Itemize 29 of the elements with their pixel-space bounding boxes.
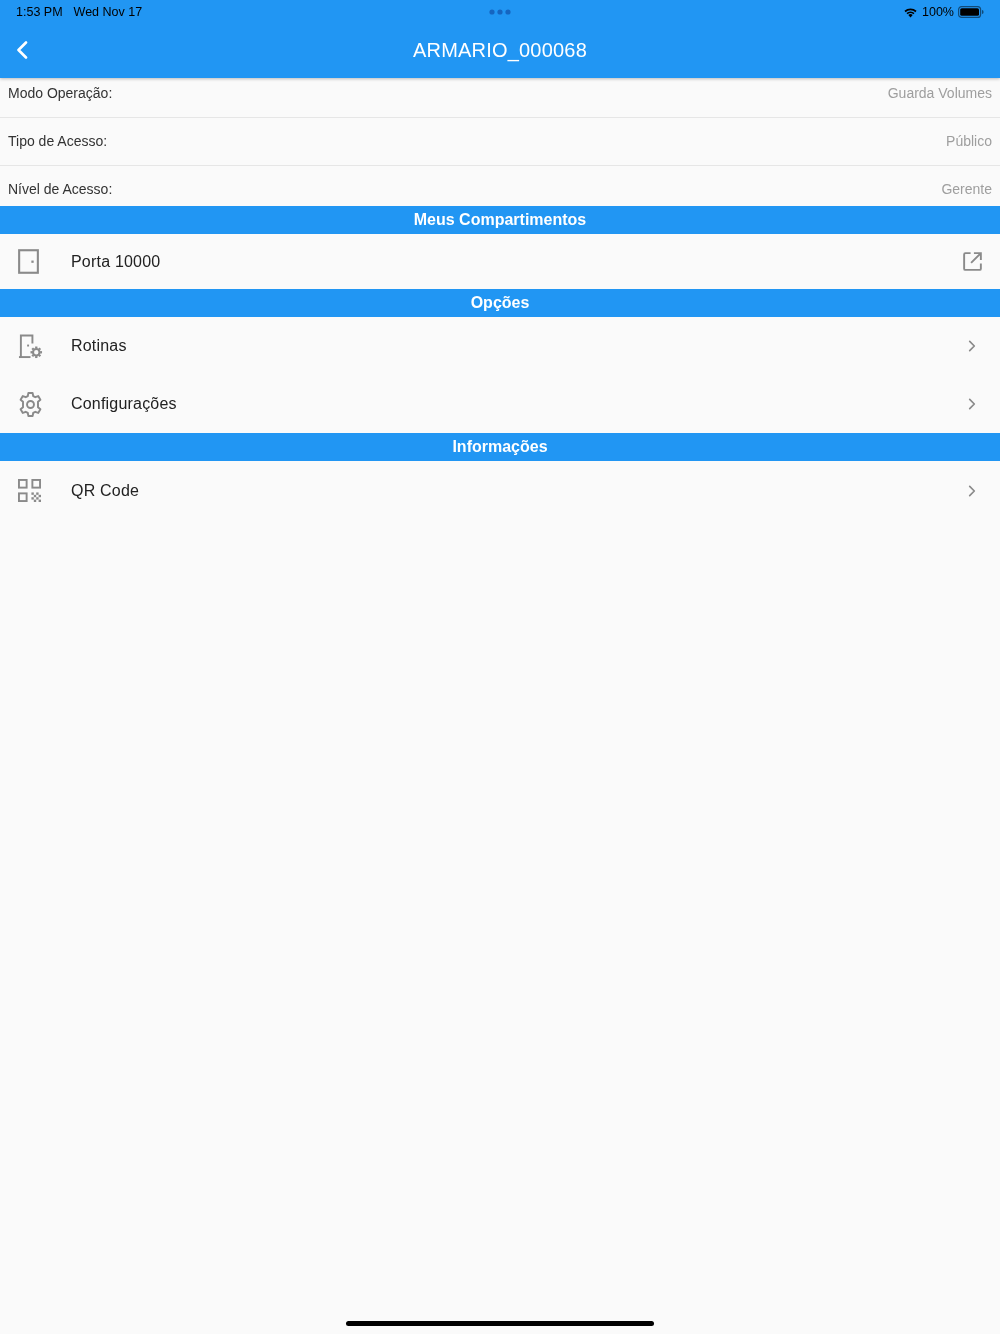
list-item[interactable]: Rotinas [0,317,1000,375]
list-item[interactable]: Configurações [0,375,1000,433]
multitasking-dots-icon[interactable] [489,9,511,15]
info-value: Gerente [941,179,992,199]
chevron-right-icon [968,340,976,352]
battery-icon [958,6,984,18]
info-value: Guarda Volumes [887,84,992,103]
info-label: Modo Operação: [8,84,113,103]
status-date: Wed Nov 17 [73,3,143,21]
info-label: Tipo de Acesso: [8,132,108,151]
battery-percentage: 100% [922,3,954,21]
status-time: 1:53 PM [16,3,63,21]
section-header: Opções [0,289,1000,317]
chevron-right-icon [968,398,976,410]
qr-code-icon [18,479,41,502]
external-link-icon[interactable] [963,252,982,271]
page-title: ARMARIO_000068 [413,38,587,64]
section-header: Meus Compartimentos [0,206,1000,234]
wifi-icon [903,6,918,18]
list-item[interactable]: QR Code [0,461,1000,520]
info-label: Nível de Acesso: [8,179,113,199]
section-header: Informações [0,433,1000,461]
door-icon [18,249,39,274]
chevron-right-icon [968,484,976,497]
back-chevron-icon [16,41,28,59]
list-item[interactable]: Porta 10000 [0,234,1000,289]
door-gear-icon [18,333,43,359]
settings-gear-icon [18,391,43,417]
info-value: Público [946,132,992,151]
